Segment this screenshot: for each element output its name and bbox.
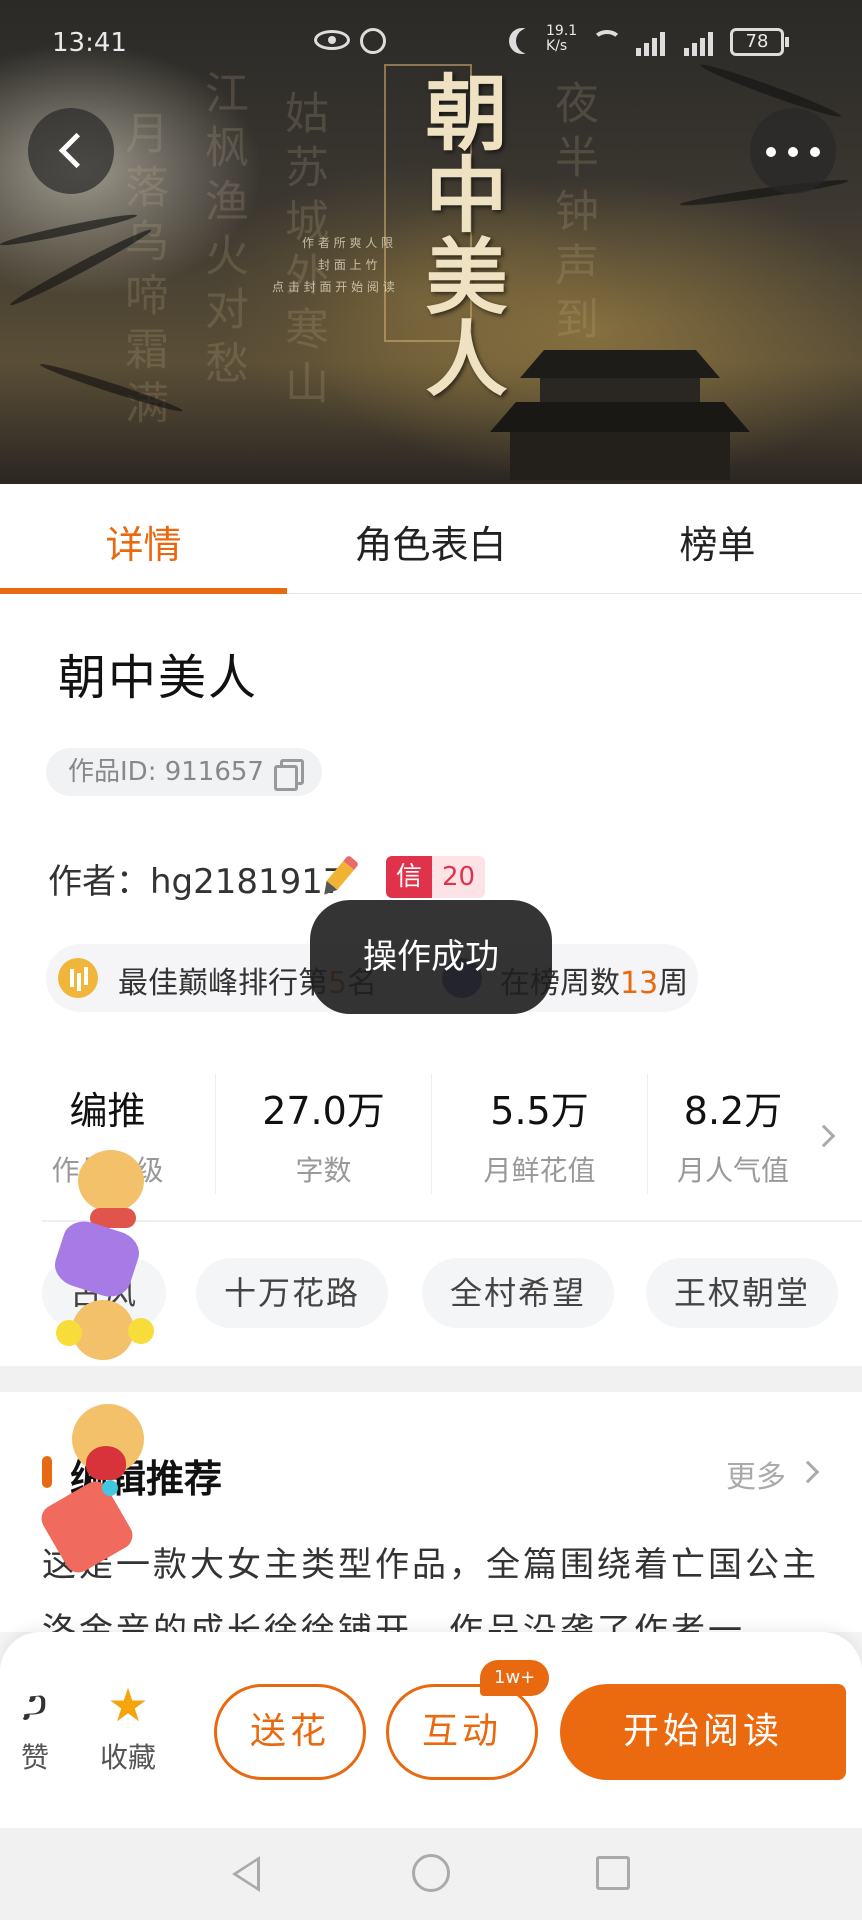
cover-calligraphy: 姑苏城外寒山: [277, 90, 328, 414]
pompom-icon: [128, 1318, 154, 1344]
thumbs-up-icon: ጋ: [22, 1682, 48, 1728]
mascot-head: [78, 1150, 144, 1212]
more-options-button[interactable]: [750, 108, 836, 194]
status-time: 13:41: [52, 28, 127, 58]
interact-button[interactable]: 互动: [386, 1684, 538, 1780]
moon-icon: [516, 28, 542, 54]
work-id-pill[interactable]: 作品ID: 911657: [46, 748, 322, 796]
bar-chart-icon: [58, 958, 98, 998]
alarm-icon: [360, 28, 386, 54]
book-cover[interactable]: 月落乌啼霜满 江枫渔火对愁 姑苏城外寒山 夜半钟声到客 朝中美人 作 者 所 爽…: [0, 0, 862, 484]
wifi-icon: [592, 30, 622, 54]
like-button[interactable]: ጋ 赞: [10, 1682, 60, 1776]
like-label: 赞: [20, 1741, 49, 1774]
battery-icon: 78: [730, 28, 789, 56]
network-speed: 19.1 K/s: [546, 23, 578, 54]
cover-title-art: 朝中美人: [411, 70, 507, 398]
stat-label: 月人气值: [676, 1154, 789, 1187]
start-reading-button[interactable]: 开始阅读: [560, 1684, 846, 1780]
tag-chip[interactable]: 王权朝堂: [646, 1258, 839, 1328]
tab-details[interactable]: 详情: [0, 514, 287, 569]
credit-badge-label: 信: [386, 856, 433, 898]
more-dot-icon: [788, 147, 798, 157]
party-popper-icon: [36, 1476, 138, 1578]
stat-item: 5.5万 月鲜花值: [432, 1064, 647, 1189]
bottom-action-bar: ጋ 赞 ★ 收藏 送花 互动 1w+ 开始阅读: [0, 1632, 862, 1828]
signal-icon: [684, 30, 718, 56]
chevron-right-icon[interactable]: [796, 1460, 820, 1484]
more-dot-icon: [766, 147, 776, 157]
book-title: 朝中美人: [58, 650, 259, 706]
stat-label: 月鲜花值: [483, 1154, 596, 1187]
favorite-button[interactable]: ★ 收藏: [92, 1678, 164, 1776]
copy-icon[interactable]: [273, 759, 304, 791]
interact-count-badge: 1w+: [480, 1660, 550, 1696]
work-id-text: 作品ID: 911657: [68, 757, 264, 787]
cover-credit: 作 者 所 爽 人 限: [302, 236, 394, 250]
stat-value: 27.0万: [262, 1089, 385, 1133]
author-name[interactable]: 作者：hg2181917: [48, 854, 345, 903]
credit-badge-value: 20: [432, 856, 486, 898]
star-icon: [49, 1215, 145, 1303]
eye-icon: [314, 30, 350, 50]
signal-icon: [636, 30, 670, 56]
nav-home-icon[interactable]: [412, 1854, 450, 1892]
more-dot-icon: [810, 147, 820, 157]
cover-credit: 封 面 上 竹: [318, 258, 378, 272]
tag-chip[interactable]: 十万花路: [196, 1258, 389, 1328]
tab-bar: 详情 角色表白 榜单: [0, 484, 862, 594]
more-link[interactable]: 更多: [726, 1452, 786, 1496]
pompom-icon: [56, 1320, 82, 1346]
star-icon: ★: [107, 1678, 149, 1732]
stat-value: 8.2万: [683, 1089, 783, 1133]
palace-illustration: [490, 330, 750, 480]
system-nav-bar: [0, 1828, 862, 1920]
mascot-sticker-animation: [36, 1150, 170, 1590]
cover-calligraphy: 江枫渔火对愁: [197, 70, 248, 394]
status-bar: 13:41 19.1 K/s 78: [0, 0, 862, 88]
heart-icon: [86, 1446, 126, 1480]
nav-back-icon[interactable]: [232, 1856, 260, 1892]
cover-credit: 点 击 封 面 开 始 阅 读: [272, 280, 395, 294]
credit-badge: 信 20: [386, 856, 486, 898]
nav-recents-icon[interactable]: [596, 1856, 630, 1890]
stat-item: 8.2万 月人气值: [648, 1064, 818, 1189]
tag-chip[interactable]: 全村希望: [422, 1258, 615, 1328]
stat-label: 字数: [295, 1154, 352, 1187]
confetti-icon: [102, 1480, 118, 1496]
tab-rankings[interactable]: 榜单: [574, 514, 861, 569]
back-button[interactable]: [28, 108, 114, 194]
tab-character-confession[interactable]: 角色表白: [287, 514, 574, 569]
stat-value: 5.5万: [490, 1089, 589, 1133]
stat-item: 27.0万 字数: [216, 1064, 431, 1189]
stat-value: 编推: [69, 1089, 146, 1133]
favorite-label: 收藏: [99, 1741, 156, 1774]
send-flower-button[interactable]: 送花: [214, 1684, 366, 1780]
toast-message: 操作成功: [310, 900, 552, 1014]
